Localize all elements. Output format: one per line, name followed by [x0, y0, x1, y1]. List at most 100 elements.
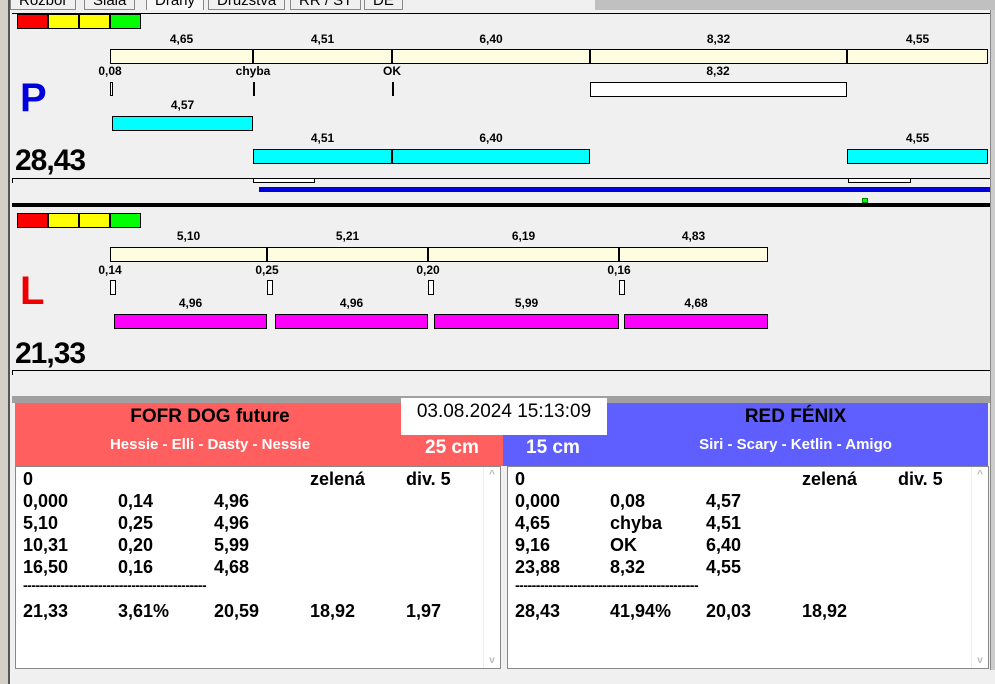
lane-p-panel: 4,65 4,51 6,40 8,32 4,55 0,08 chyba OK 8,32 4,57 4… — [12, 13, 990, 205]
split-marker-label: 0,14 — [98, 263, 122, 277]
magenta-bar-label: 4,96 — [339, 296, 364, 310]
split-bar-label: 5,21 — [335, 229, 360, 243]
split-bar — [428, 247, 619, 262]
left-team-dogs: Hessie - Elli - Dasty - Nessie — [109, 436, 311, 453]
table-cell: 0,000 — [23, 491, 69, 511]
left-table-scrollbar[interactable]: ^ v — [483, 467, 500, 668]
right-table-scrollbar[interactable]: ^ v — [971, 467, 988, 668]
split-bar-label: 4,83 — [681, 229, 706, 243]
table-cell: 5,10 — [23, 513, 59, 533]
split-marker — [110, 280, 116, 295]
table-total: 1,97 — [406, 601, 442, 621]
scroll-up-icon[interactable]: ^ — [972, 469, 988, 480]
timeline — [12, 370, 990, 371]
split-bar — [253, 49, 392, 64]
table-cell: 4,51 — [706, 513, 742, 533]
table-cell: 4,57 — [706, 491, 742, 511]
magenta-bar-label: 5,99 — [514, 296, 539, 310]
table-total: 41,94% — [610, 601, 672, 621]
lane-l-panel: 5,10 5,21 6,19 4,83 0,14 0,25 0,20 0,16 4,96 4,96… — [12, 207, 990, 397]
table-cell: 0,14 — [118, 491, 154, 511]
split-marker — [110, 82, 113, 96]
magenta-bar — [275, 314, 428, 329]
split-bar-label: 8,32 — [706, 32, 731, 46]
cyan-bar — [112, 116, 253, 131]
split-bar — [110, 49, 253, 64]
scroll-down-icon[interactable]: v — [972, 655, 988, 666]
timeline-marker — [848, 178, 911, 183]
lane-letter: L — [20, 269, 44, 313]
timeline-marker — [253, 178, 315, 183]
scroll-up-icon[interactable]: ^ — [484, 469, 500, 480]
right-team-dogs: Siri - Scary - Ketlin - Amigo — [699, 436, 892, 453]
cyan-bar-label: 4,57 — [170, 98, 195, 112]
split-bar — [110, 247, 267, 262]
cyan-bar — [847, 149, 988, 164]
progress-bar — [259, 187, 990, 192]
table-cell: 4,96 — [214, 513, 250, 533]
split-bar — [267, 247, 428, 262]
cyan-bar-label: 4,51 — [310, 131, 335, 145]
table-cell: 4,65 — [515, 513, 551, 533]
tab-0[interactable]: Rozbor — [10, 0, 77, 10]
tab-3[interactable]: Družstva — [208, 0, 286, 10]
table-cell: 0,16 — [118, 557, 154, 577]
magenta-bar-label: 4,96 — [178, 296, 203, 310]
table-total: 3,61% — [118, 601, 170, 621]
table-total: 20,59 — [214, 601, 260, 621]
fault-bar-label: 8,32 — [706, 64, 730, 78]
fault-bar — [590, 82, 847, 97]
table-cell: div. 5 — [898, 469, 943, 489]
split-marker-label: 0,25 — [255, 263, 279, 277]
datetime: 03.08.2024 15:13:09 — [401, 398, 607, 435]
table-separator: ----------------------------------------… — [515, 577, 699, 593]
table-cell: 0 — [515, 469, 526, 489]
tab-1[interactable]: Siala — [84, 0, 136, 10]
magenta-bar — [114, 314, 267, 329]
split-marker — [392, 82, 394, 96]
timeline — [12, 178, 990, 179]
score-square — [17, 213, 48, 228]
right-team-name: RED FÉNIX — [744, 406, 847, 427]
table-cell: 0,25 — [118, 513, 154, 533]
tab-2[interactable]: Dráhy — [146, 0, 205, 10]
vertical-scrollbar[interactable] — [990, 10, 995, 670]
score-square — [79, 213, 110, 228]
split-bar — [392, 49, 590, 64]
right-team-distance: 15 cm — [526, 437, 580, 458]
tab-4[interactable]: RR / ST — [290, 0, 362, 10]
split-bar — [619, 247, 768, 262]
split-bar-label: 6,19 — [511, 229, 536, 243]
score-square — [48, 14, 79, 29]
window-left-edge — [0, 0, 10, 684]
score-square — [79, 14, 110, 29]
right-team-table: ^ v 0 zelená div. 5 0,000 0,08 4,57 4,65 chyba 4,… — [507, 466, 989, 669]
table-total: 18,92 — [802, 601, 848, 621]
table-cell: 4,55 — [706, 557, 742, 577]
score-square — [17, 14, 48, 29]
score-square — [48, 213, 79, 228]
table-cell: zelená — [310, 469, 366, 489]
tab-bar: Rozbor Siala Dráhy Družstva RR / ST DE — [10, 0, 600, 10]
split-marker-label: 0,16 — [607, 263, 631, 277]
table-cell: 8,32 — [610, 557, 646, 577]
split-bar — [847, 49, 988, 64]
cyan-bar — [392, 149, 590, 164]
table-cell: 0,20 — [118, 535, 154, 555]
table-cell: 4,68 — [214, 557, 250, 577]
table-total: 20,03 — [706, 601, 752, 621]
split-marker-label: 0,08 — [98, 64, 122, 78]
split-bar-label: 6,40 — [479, 32, 503, 46]
scroll-down-icon[interactable]: v — [484, 655, 500, 666]
split-marker — [428, 280, 434, 295]
left-team-table: ^ v 0 zelená div. 5 0,000 0,14 4,96 5,10 0,25 4,9… — [15, 466, 501, 669]
left-team-distance: 25 cm — [425, 437, 479, 458]
table-cell: 10,31 — [23, 535, 69, 555]
tab-5[interactable]: DE — [364, 0, 403, 10]
table-total: 28,43 — [515, 601, 561, 621]
lane-letter: P — [20, 76, 47, 120]
table-cell: 0 — [23, 469, 34, 489]
timeline-tick — [12, 178, 13, 183]
split-bar — [590, 49, 847, 64]
score-square — [110, 14, 141, 29]
